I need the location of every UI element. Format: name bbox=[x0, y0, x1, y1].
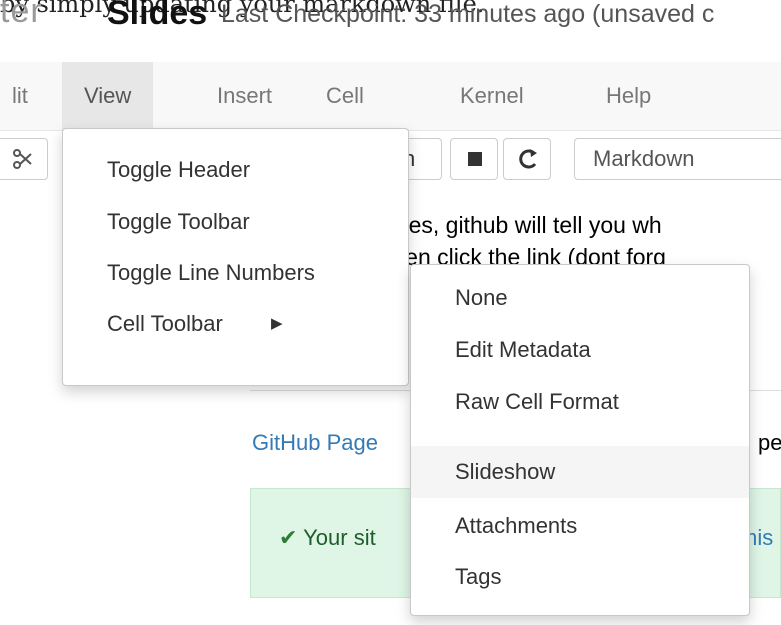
menu-item-slideshow[interactable]: Slideshow bbox=[455, 459, 555, 485]
menu-edit[interactable]: lit bbox=[0, 62, 50, 130]
submenu-caret-icon: ▶ bbox=[271, 315, 283, 332]
menubar: lit View Insert Cell Kernel Help bbox=[0, 62, 781, 131]
cell-toolbar-submenu: None Edit Metadata Raw Cell Format Slide… bbox=[410, 264, 750, 616]
github-pages-link[interactable]: GitHub Page bbox=[252, 430, 378, 456]
menu-item-attachments[interactable]: Attachments bbox=[455, 513, 577, 539]
menu-insert[interactable]: Insert bbox=[195, 62, 294, 130]
stop-icon bbox=[468, 152, 482, 166]
content-line-1: nges, github will tell you wh bbox=[383, 212, 662, 238]
checkpoint-status: Last Checkpoint: 33 minutes ago (unsaved… bbox=[221, 0, 715, 28]
jupyter-logo-text[interactable]: ter bbox=[0, 0, 43, 31]
menu-cell[interactable]: Cell bbox=[304, 62, 386, 130]
menu-item-toggle-header[interactable]: Toggle Header bbox=[107, 157, 250, 183]
success-alert-text: ✔ Your sit bbox=[279, 525, 376, 551]
cut-button[interactable] bbox=[0, 138, 48, 180]
view-menu-dropdown: Toggle Header Toggle Toolbar Toggle Line… bbox=[62, 128, 409, 386]
menu-help[interactable]: Help bbox=[584, 62, 673, 130]
success-message: Your sit bbox=[303, 525, 376, 550]
scissors-icon bbox=[13, 149, 32, 169]
cell-type-select[interactable]: Markdown bbox=[574, 138, 781, 180]
interrupt-button[interactable] bbox=[450, 138, 498, 180]
menu-item-none[interactable]: None bbox=[455, 285, 508, 311]
menu-item-tags[interactable]: Tags bbox=[455, 564, 501, 590]
menu-kernel[interactable]: Kernel bbox=[438, 62, 546, 130]
menu-item-toggle-toolbar[interactable]: Toggle Toolbar bbox=[107, 209, 250, 235]
menu-item-edit-metadata[interactable]: Edit Metadata bbox=[455, 337, 591, 363]
restart-button[interactable] bbox=[503, 138, 551, 180]
menu-item-cell-toolbar[interactable]: Cell Toolbar bbox=[107, 311, 223, 337]
menu-item-toggle-line-numbers[interactable]: Toggle Line Numbers bbox=[107, 260, 315, 286]
menu-item-raw-cell-format[interactable]: Raw Cell Format bbox=[455, 389, 619, 415]
notebook-title[interactable]: Slides bbox=[107, 0, 207, 33]
checkmark-icon: ✔ bbox=[279, 525, 298, 550]
content-line-3: pe bbox=[758, 430, 781, 455]
menu-view[interactable]: View bbox=[62, 62, 154, 130]
refresh-icon bbox=[519, 149, 537, 169]
